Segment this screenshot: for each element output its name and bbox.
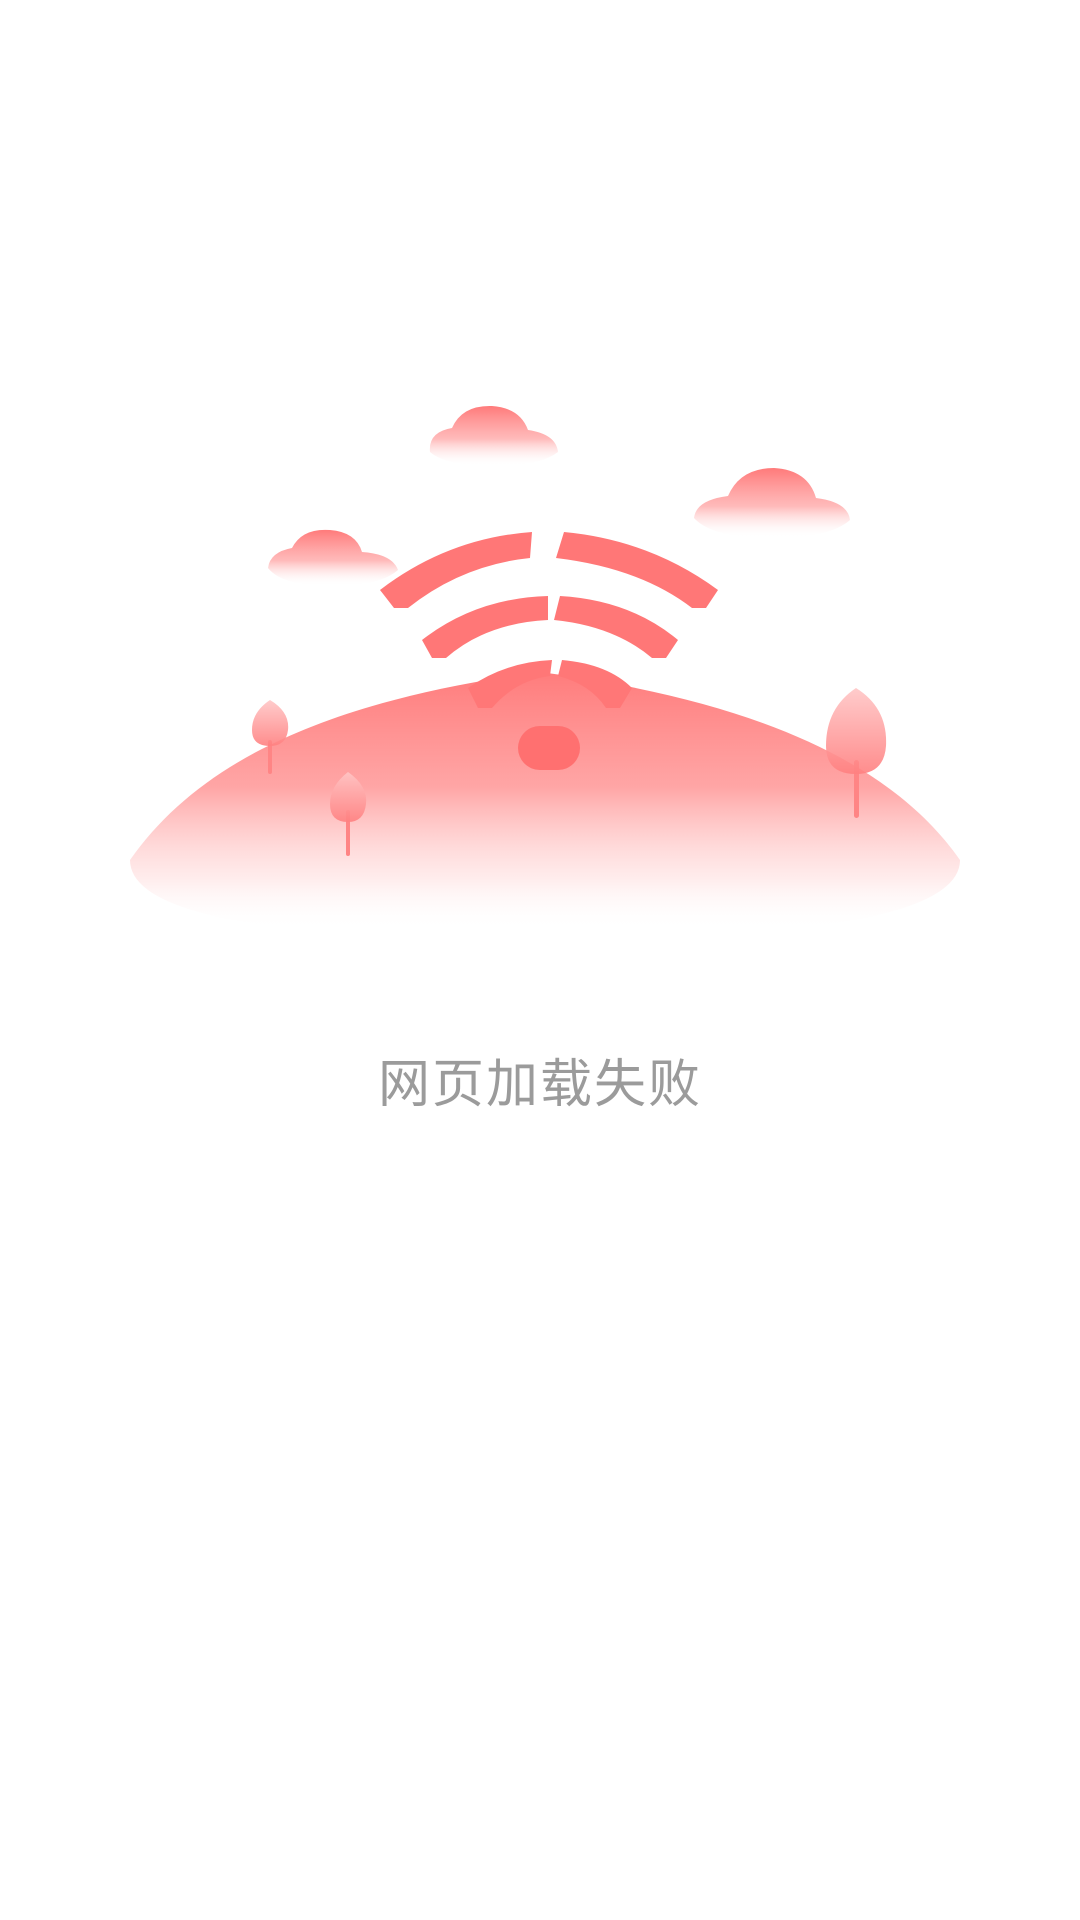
error-message: 网页加载失败	[377, 1055, 702, 1115]
cloud-icon	[429, 405, 558, 466]
cloud-icon	[268, 529, 398, 586]
error-screen: 网页加载失败	[0, 0, 1080, 1920]
network-error-illustration	[130, 405, 960, 940]
cloud-icon	[694, 468, 850, 538]
